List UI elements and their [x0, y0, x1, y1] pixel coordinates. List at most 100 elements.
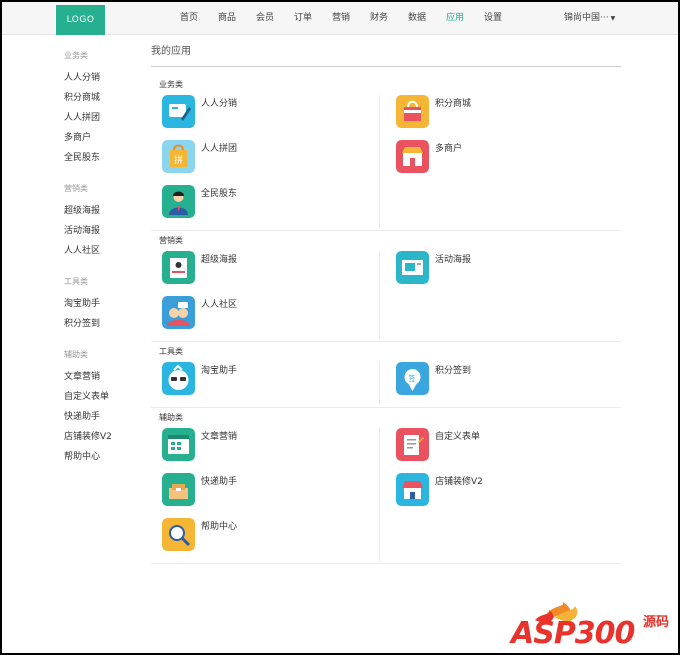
top-navbar: LOGO 首页 商品 会员 订单 营销 财务 数据 应用 设置 锦尚中国··· ▼	[2, 2, 678, 35]
app-tile[interactable]: 文章营销	[151, 428, 385, 473]
nav-item[interactable]: 会员	[246, 2, 284, 34]
points-mall-icon	[396, 95, 429, 128]
user-menu[interactable]: 锦尚中国··· ▼	[564, 2, 615, 35]
app-tile[interactable]: 自定义表单	[385, 428, 619, 473]
sidebar-item[interactable]: 超级海报	[64, 201, 144, 221]
app-section: 营销类超级海报 活动海报人人社区	[151, 231, 621, 342]
app-label: 文章营销	[201, 432, 238, 442]
shop-decor-icon	[396, 473, 429, 506]
app-tile[interactable]: 积分商城	[385, 95, 619, 140]
shareholder-icon	[162, 185, 195, 218]
app-tile[interactable]: 人人社区	[151, 296, 385, 341]
app-label: 人人分销	[201, 99, 238, 109]
section-title: 营销类	[159, 236, 183, 245]
app-tile[interactable]: 活动海报	[385, 251, 619, 296]
app-label: 全民股东	[201, 189, 238, 199]
sidebar-item[interactable]: 人人拼团	[64, 108, 144, 128]
app-tile[interactable]: 快递助手	[151, 473, 385, 518]
sidebar-group: 营销类超级海报 活动海报 人人社区	[64, 181, 144, 261]
nav-item[interactable]: 数据	[398, 2, 436, 34]
sidebar-group: 业务类人人分销 积分商城 人人拼团 多商户 全民股东	[64, 48, 144, 168]
nav-item[interactable]: 设置	[474, 2, 512, 34]
svg-text:拼: 拼	[174, 154, 183, 166]
distribution-icon	[162, 95, 195, 128]
chevron-down-icon: ▼	[610, 15, 616, 22]
watermark-cn: 源码	[643, 615, 670, 630]
app-label: 自定义表单	[435, 432, 481, 442]
express-icon	[162, 473, 195, 506]
article-icon	[162, 428, 195, 461]
svg-text:签: 签	[409, 374, 416, 383]
app-tile[interactable]: 多商户	[385, 140, 619, 185]
app-label: 淘宝助手	[201, 366, 238, 376]
app-section: 工具类 淘宝助手签 积分签到	[151, 342, 621, 408]
sidebar: 业务类人人分销 积分商城 人人拼团 多商户 全民股东营销类超级海报 活动海报 人人社区工具类…	[64, 44, 144, 480]
multi-merchant-icon	[396, 140, 429, 173]
nav-item[interactable]: 财务	[360, 2, 398, 34]
sidebar-item[interactable]: 全民股东	[64, 148, 144, 168]
sidebar-category-title: 辅助类	[64, 350, 88, 359]
app-label: 积分签到	[435, 366, 472, 376]
sidebar-item[interactable]: 淘宝助手	[64, 294, 144, 314]
app-label: 积分商城	[435, 99, 472, 109]
sidebar-item[interactable]: 文章营销	[64, 367, 144, 387]
group-buy-icon: 拼	[162, 140, 195, 173]
nav-item[interactable]: 订单	[284, 2, 322, 34]
app-label: 超级海报	[201, 255, 238, 265]
app-tile[interactable]: 人人分销	[151, 95, 385, 140]
nav-item[interactable]: 首页	[170, 2, 208, 34]
app-tile[interactable]: 店铺装修V2	[385, 473, 619, 518]
taobao-helper-icon	[162, 362, 195, 395]
nav-item[interactable]: 营销	[322, 2, 360, 34]
app-grid: 超级海报 活动海报人人社区	[151, 251, 621, 341]
app-sections: 业务类人人分销 积分商城拼 人人拼团 多商户全民股东营销类超级海报 活动海报人人社区工具…	[151, 67, 621, 564]
sidebar-category-title: 业务类	[64, 51, 88, 60]
app-section: 辅助类文章营销 自定义表单快递助手 店铺装修V2 帮助中心	[151, 408, 621, 564]
help-center-icon	[162, 518, 195, 551]
app-label: 人人拼团	[201, 144, 238, 154]
sidebar-item[interactable]: 快递助手	[64, 407, 144, 427]
sidebar-item[interactable]: 自定义表单	[64, 387, 144, 407]
app-label: 多商户	[435, 144, 463, 154]
sidebar-group: 工具类淘宝助手 积分签到	[64, 274, 144, 334]
main-nav: 首页 商品 会员 订单 营销 财务 数据 应用 设置	[170, 2, 512, 34]
sidebar-item[interactable]: 积分签到	[64, 314, 144, 334]
logo[interactable]: LOGO	[56, 5, 105, 35]
sidebar-item[interactable]: 店铺装修V2	[64, 427, 144, 447]
sidebar-item[interactable]: 积分商城	[64, 88, 144, 108]
app-label: 人人社区	[201, 300, 238, 310]
section-title: 业务类	[159, 80, 183, 89]
app-label: 活动海报	[435, 255, 472, 265]
sidebar-category-title: 工具类	[64, 277, 88, 286]
section-title: 工具类	[159, 347, 183, 356]
app-tile[interactable]: 帮助中心	[151, 518, 385, 563]
app-grid: 文章营销 自定义表单快递助手 店铺装修V2 帮助中心	[151, 428, 621, 563]
app-tile[interactable]: 超级海报	[151, 251, 385, 296]
sidebar-item[interactable]: 人人分销	[64, 68, 144, 88]
super-poster-icon	[162, 251, 195, 284]
page-title: 我的应用	[151, 40, 621, 67]
watermark-logo: ASP300 源码	[505, 602, 677, 651]
sidebar-item[interactable]: 多商户	[64, 128, 144, 148]
app-tile[interactable]: 拼 人人拼团	[151, 140, 385, 185]
app-label: 快递助手	[201, 477, 238, 487]
app-tile[interactable]: 全民股东	[151, 185, 385, 230]
sidebar-item[interactable]: 人人社区	[64, 241, 144, 261]
community-icon	[162, 296, 195, 329]
sidebar-item[interactable]: 帮助中心	[64, 447, 144, 467]
app-section: 业务类人人分销 积分商城拼 人人拼团 多商户全民股东	[151, 75, 621, 231]
sidebar-item[interactable]: 活动海报	[64, 221, 144, 241]
watermark-text: ASP300	[511, 616, 635, 651]
points-signin-icon: 签	[396, 362, 429, 395]
section-title: 辅助类	[159, 413, 183, 422]
app-label: 帮助中心	[201, 522, 238, 532]
app-label: 店铺装修V2	[435, 477, 483, 487]
custom-form-icon	[396, 428, 429, 461]
app-tile[interactable]: 签 积分签到	[385, 362, 619, 407]
sidebar-category-title: 营销类	[64, 184, 88, 193]
app-grid: 人人分销 积分商城拼 人人拼团 多商户全民股东	[151, 95, 621, 230]
nav-item[interactable]: 应用	[436, 2, 474, 34]
app-grid: 淘宝助手签 积分签到	[151, 362, 621, 407]
app-tile[interactable]: 淘宝助手	[151, 362, 385, 407]
nav-item[interactable]: 商品	[208, 2, 246, 34]
